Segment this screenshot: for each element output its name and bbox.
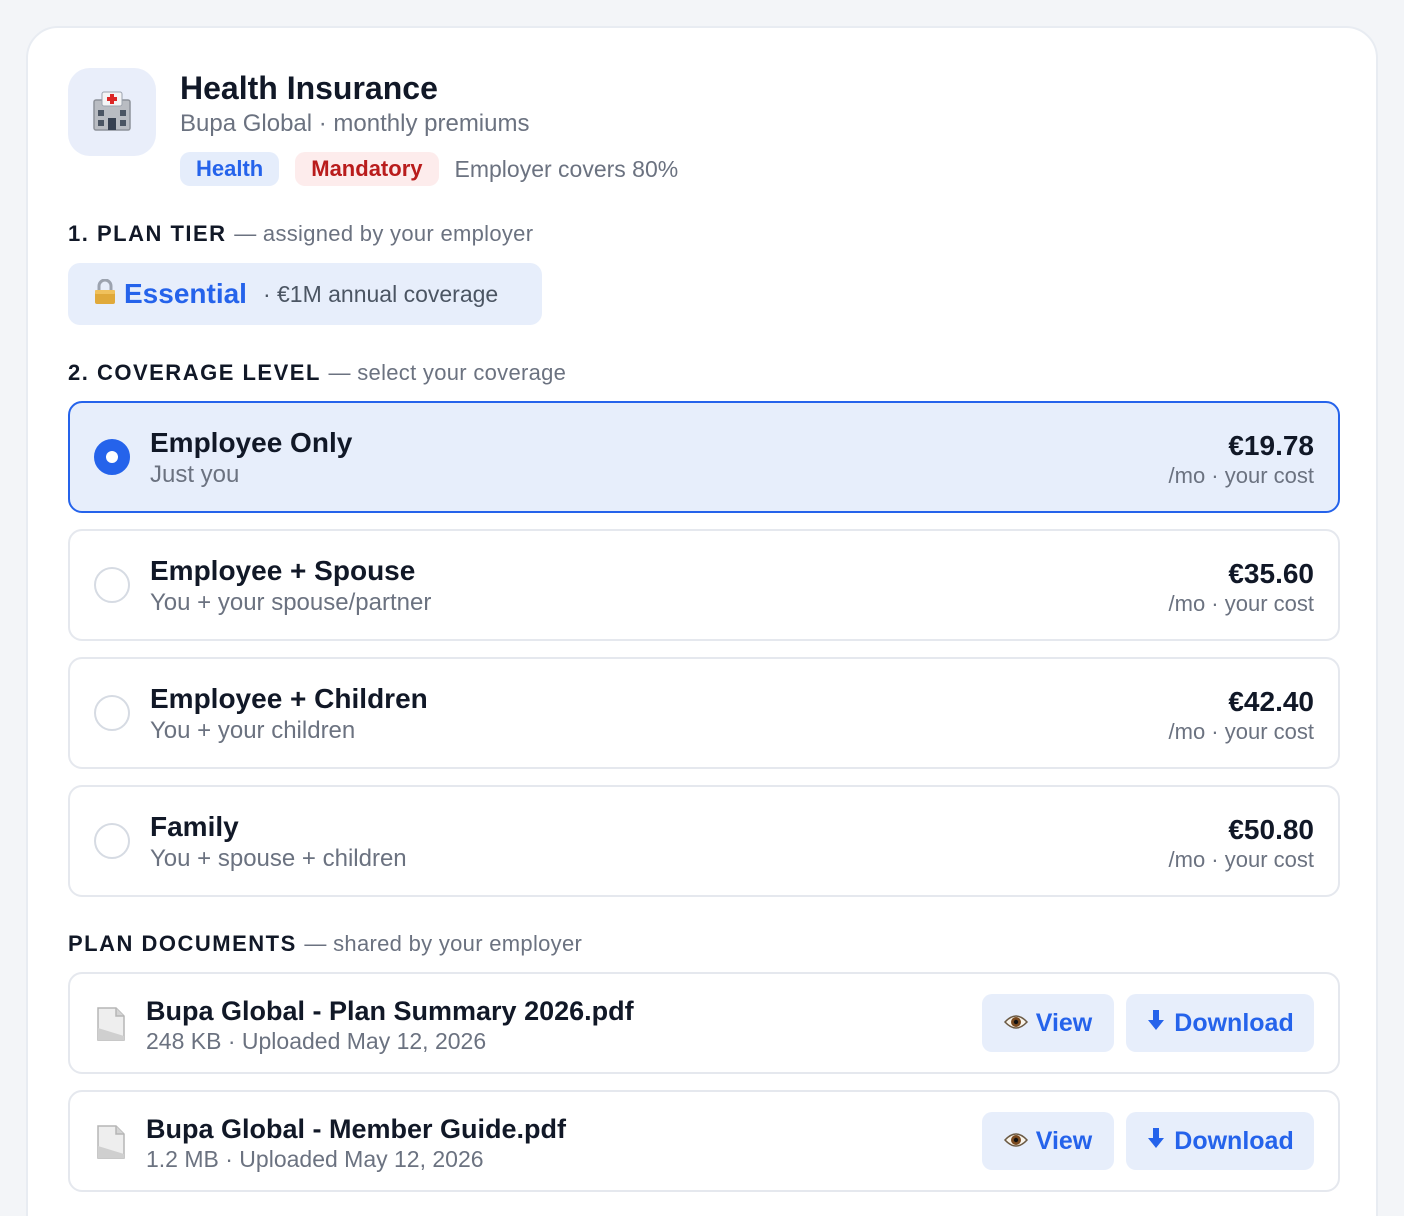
document-list: Bupa Global - Plan Summary 2026.pdf 248 … xyxy=(68,972,1340,1208)
lock-icon xyxy=(94,278,116,310)
benefit-card: Health Insurance Bupa Global · monthly p… xyxy=(26,26,1378,1216)
coverage-options: Employee Only Just you €19.78 /mo · your… xyxy=(68,401,1340,913)
radio-selected[interactable] xyxy=(94,439,130,475)
coverage-option-subtitle: Just you xyxy=(150,461,240,488)
view-label: View xyxy=(1035,1126,1093,1155)
coverage-level-heading: 2. COVERAGE LEVEL — select your coverage xyxy=(68,358,566,388)
coverage-option-title: Employee Only xyxy=(150,427,353,458)
eye-icon xyxy=(1003,1009,1028,1038)
coverage-option-employee-spouse[interactable]: Employee + Spouse You + your spouse/part… xyxy=(68,529,1340,641)
download-button[interactable]: Download xyxy=(1126,1112,1314,1170)
plan-tier-hint: — assigned by your employer xyxy=(234,221,534,246)
coverage-option-price: €35.60 xyxy=(1228,558,1314,589)
document-row: Bupa Global - Member Guide.pdf 1.2 MB · … xyxy=(68,1090,1340,1192)
document-actions: View Download xyxy=(982,1112,1314,1170)
download-button[interactable]: Download xyxy=(1126,994,1314,1052)
coverage-option-family[interactable]: Family You + spouse + children €50.80 /m… xyxy=(68,785,1340,897)
coverage-level-hint: — select your coverage xyxy=(328,360,567,385)
plan-documents-hint: — shared by your employer xyxy=(304,931,583,956)
radio-unselected[interactable] xyxy=(94,695,130,731)
document-row: Bupa Global - Plan Summary 2026.pdf 248 … xyxy=(68,972,1340,1074)
coverage-option-unit: /mo · your cost xyxy=(1168,847,1314,872)
plan-tier-title: 1. PLAN TIER xyxy=(68,221,227,246)
eye-icon xyxy=(1003,1127,1028,1156)
plan-documents-title: PLAN DOCUMENTS xyxy=(68,931,297,956)
plan-tier-heading: 1. PLAN TIER — assigned by your employer xyxy=(68,219,533,249)
document-name: Bupa Global - Member Guide.pdf xyxy=(146,1114,567,1144)
document-meta: 248 KB · Uploaded May 12, 2026 xyxy=(146,1028,487,1054)
coverage-level-title: 2. COVERAGE LEVEL xyxy=(68,360,321,385)
coverage-option-unit: /mo · your cost xyxy=(1168,591,1314,616)
view-button[interactable]: View xyxy=(982,994,1114,1052)
coverage-option-subtitle: You + spouse + children xyxy=(150,845,407,872)
page-title: Health Insurance xyxy=(180,70,438,106)
coverage-option-employee-only[interactable]: Employee Only Just you €19.78 /mo · your… xyxy=(68,401,1340,513)
view-label: View xyxy=(1035,1008,1093,1037)
radio-unselected[interactable] xyxy=(94,567,130,603)
plan-documents-heading: PLAN DOCUMENTS — shared by your employer xyxy=(68,929,582,959)
coverage-option-unit: /mo · your cost xyxy=(1168,719,1314,744)
coverage-option-unit: /mo · your cost xyxy=(1168,463,1314,488)
benefit-header: Health Insurance Bupa Global · monthly p… xyxy=(68,68,1340,198)
card-content: Health Insurance Bupa Global · monthly p… xyxy=(68,68,1340,1192)
provider-subtitle: Bupa Global · monthly premiums xyxy=(180,110,530,137)
coverage-option-employee-children[interactable]: Employee + Children You + your children … xyxy=(68,657,1340,769)
coverage-option-price: €19.78 xyxy=(1228,430,1314,461)
status-badge: Mandatory xyxy=(295,152,439,186)
coverage-option-title: Employee + Children xyxy=(150,683,428,714)
coverage-option-title: Family xyxy=(150,811,239,842)
download-arrow-icon xyxy=(1146,1127,1166,1156)
document-icon xyxy=(96,1006,126,1042)
hospital-icon xyxy=(68,68,156,156)
plan-tier-name: Essential xyxy=(124,278,247,309)
download-label: Download xyxy=(1174,1008,1294,1037)
coverage-option-subtitle: You + your children xyxy=(150,717,356,744)
document-actions: View Download xyxy=(982,994,1314,1052)
download-arrow-icon xyxy=(1146,1009,1166,1038)
document-icon xyxy=(96,1124,126,1160)
employer-coverage-note: Employer covers 80% xyxy=(454,155,679,182)
view-button[interactable]: View xyxy=(982,1112,1114,1170)
plan-tier-coverage: · €1M annual coverage xyxy=(262,280,499,307)
coverage-option-subtitle: You + your spouse/partner xyxy=(150,589,432,616)
radio-unselected[interactable] xyxy=(94,823,130,859)
category-badge: Health xyxy=(180,152,280,186)
plan-tier-pill: Essential · €1M annual coverage xyxy=(68,263,542,325)
coverage-option-price: €50.80 xyxy=(1228,814,1314,845)
document-name: Bupa Global - Plan Summary 2026.pdf xyxy=(146,996,634,1026)
download-label: Download xyxy=(1174,1126,1294,1155)
tag-row: Health Mandatory Employer covers 80% xyxy=(180,152,678,186)
coverage-option-title: Employee + Spouse xyxy=(150,555,416,586)
coverage-option-price: €42.40 xyxy=(1228,686,1314,717)
document-meta: 1.2 MB · Uploaded May 12, 2026 xyxy=(146,1146,484,1172)
